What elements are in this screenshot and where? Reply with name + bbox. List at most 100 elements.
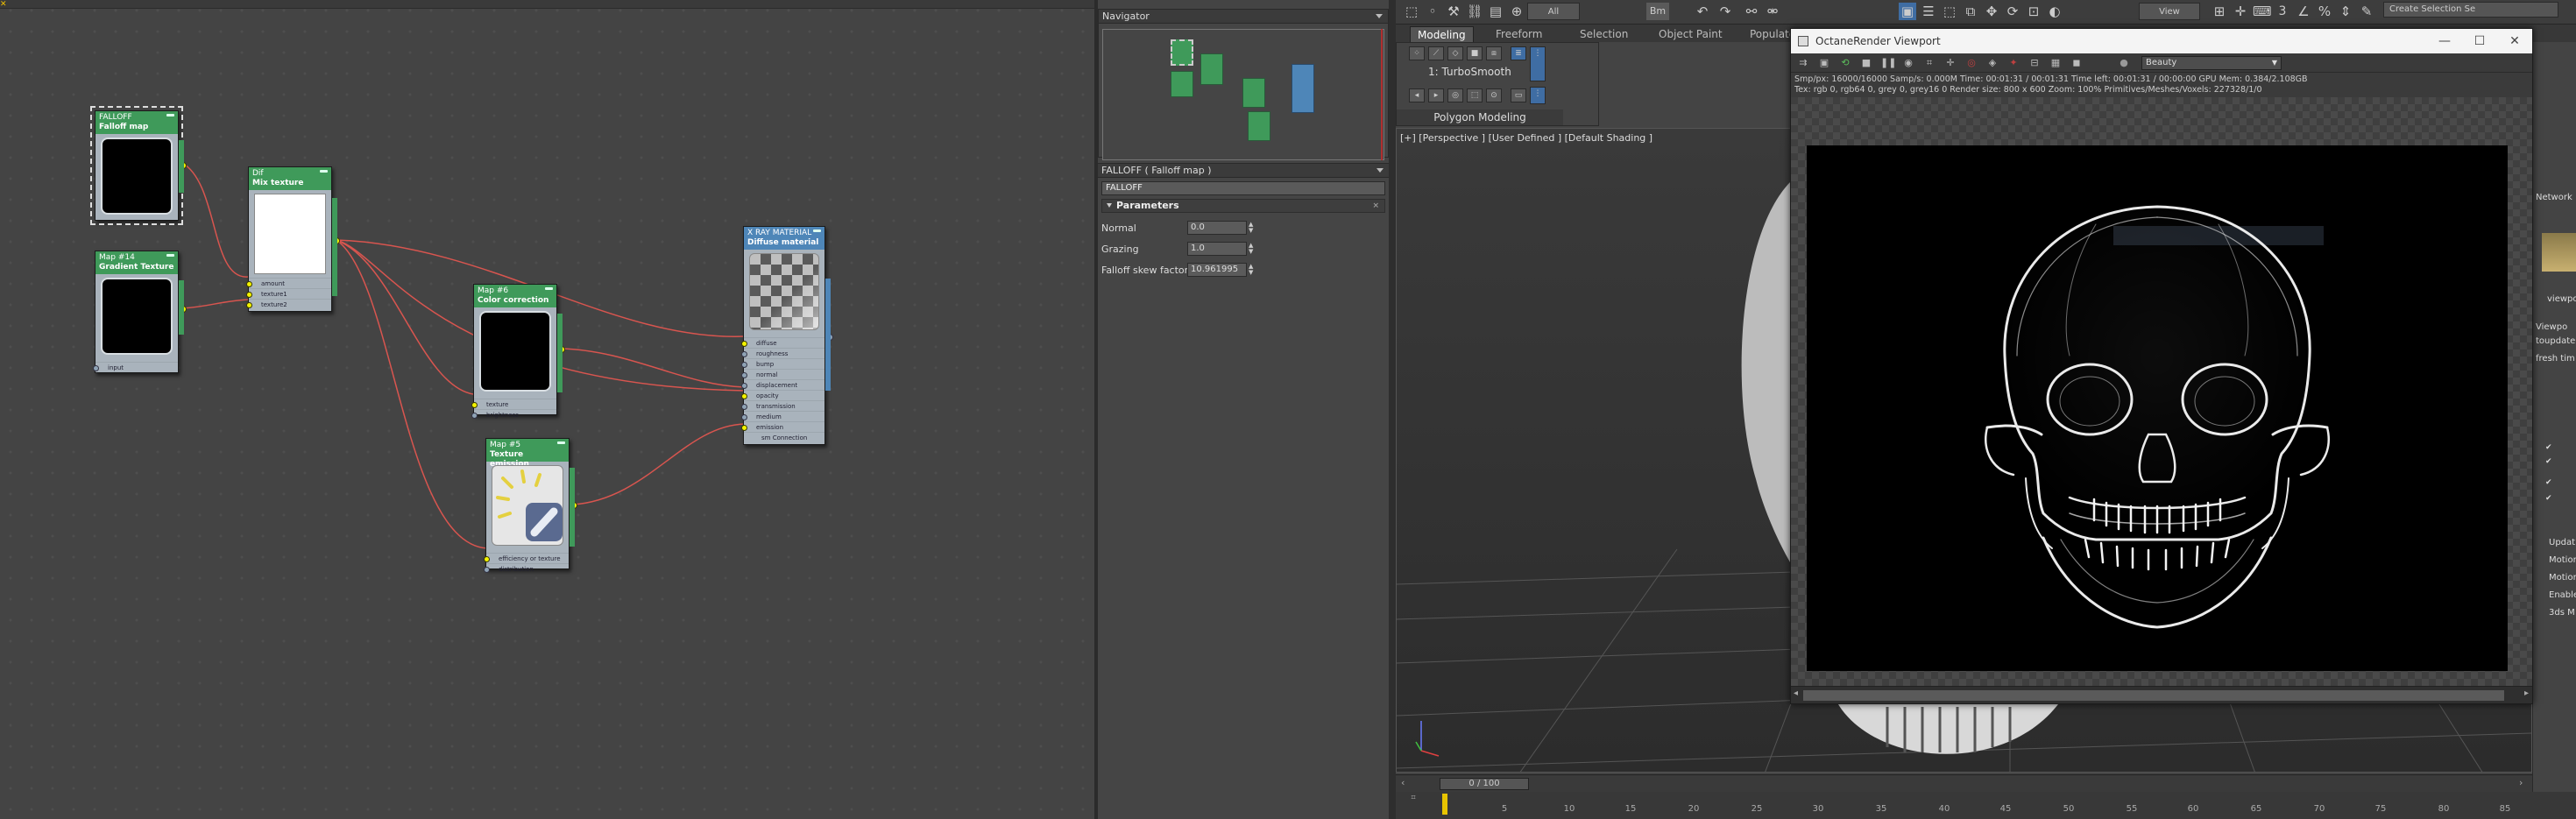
sphere-icon[interactable]: ● — [2117, 56, 2131, 70]
rect-select-icon[interactable]: ⬚ — [1941, 3, 1958, 20]
ribbon-border-icon[interactable]: ◇ — [1447, 46, 1463, 60]
input-socket[interactable] — [471, 413, 478, 419]
slot-brightness[interactable]: brightness — [471, 409, 556, 420]
close-icon[interactable]: ✕ — [2497, 29, 2532, 53]
slot-texture1[interactable]: texture1 — [246, 288, 331, 299]
send-scene-icon[interactable]: ⇉ — [1796, 56, 1810, 70]
slot-distribution[interactable]: distribution — [484, 563, 569, 574]
slot-roughness[interactable]: roughness — [741, 348, 824, 358]
collapse-icon[interactable] — [320, 170, 328, 173]
move-icon[interactable]: ✥ — [1983, 3, 2000, 20]
input-socket[interactable] — [741, 425, 747, 431]
manipulate-icon[interactable]: ✛ — [2232, 3, 2249, 20]
percent-snap-icon[interactable]: % — [2316, 3, 2333, 20]
ribbon-element-icon[interactable]: ⧈ — [1486, 46, 1502, 60]
scroll-left-icon[interactable]: ◂ — [1794, 688, 1798, 698]
prev-frame-icon[interactable]: ‹ — [1401, 777, 1405, 788]
ribbon-stack-icon[interactable]: ⋮ — [1530, 87, 1546, 104]
pivot-icon[interactable]: ⊞ — [2211, 3, 2228, 20]
input-socket[interactable] — [741, 341, 747, 347]
edit-named-selection-icon[interactable]: ✎ — [2358, 3, 2375, 20]
input-socket[interactable] — [741, 362, 747, 368]
slot-texture2[interactable]: texture2 — [246, 299, 331, 309]
slot-efficiency[interactable]: efficiency or texture — [484, 553, 569, 563]
input-socket[interactable] — [471, 402, 478, 408]
collapse-icon[interactable] — [166, 114, 174, 116]
skew-factor-spinner[interactable]: 10.961995 — [1187, 263, 1247, 277]
next-frame-icon[interactable]: › — [2519, 777, 2523, 788]
slot-amount[interactable]: amount — [246, 278, 331, 288]
clay-mode-icon[interactable]: ◉ — [1901, 56, 1915, 70]
input-socket[interactable] — [741, 393, 747, 399]
snap-3-icon[interactable]: 3 — [2274, 3, 2291, 20]
checkbox[interactable]: ✔ — [2545, 444, 2552, 452]
select-object-icon[interactable]: ▣ — [1899, 3, 1916, 20]
ribbon-next-icon[interactable]: ▸ — [1428, 88, 1444, 102]
collapse-icon[interactable] — [545, 287, 553, 290]
time-slider-thumb[interactable]: 0 / 100 — [1440, 778, 1529, 790]
scroll-right-icon[interactable]: ▸ — [2524, 688, 2529, 698]
node-gradient-texture[interactable]: Map #14 Gradient Texture input — [93, 251, 187, 373]
current-frame-marker[interactable] — [1442, 794, 1447, 815]
checkbox[interactable]: ✔ — [2545, 458, 2552, 466]
chevron-down-icon[interactable] — [1376, 14, 1383, 18]
slot-input[interactable]: input — [93, 362, 178, 372]
slot-normal[interactable]: normal — [741, 369, 824, 379]
checkbox[interactable]: ✔ — [2545, 495, 2552, 503]
panel-divider[interactable] — [1389, 0, 1396, 819]
window-crossing-icon[interactable]: ⧉ — [1962, 3, 1979, 20]
spinner-arrows-icon[interactable]: ▲ ▼ — [1249, 222, 1253, 234]
time-slider[interactable]: ‹ 0 / 100 › — [1396, 774, 2532, 792]
undo-arrow-icon[interactable]: ⬚ — [1403, 3, 1420, 20]
slot-opacity[interactable]: opacity — [741, 390, 824, 400]
chevron-down-icon[interactable] — [1376, 168, 1384, 173]
input-socket[interactable] — [741, 383, 747, 389]
tab-selection[interactable]: Selection — [1573, 26, 1635, 42]
pause-icon[interactable]: ❚❚ — [1880, 56, 1896, 70]
minimize-icon[interactable]: — — [2427, 29, 2462, 53]
select-icon[interactable]: ◦ — [1424, 3, 1441, 20]
link-icon[interactable]: ⚯ — [1743, 3, 1760, 20]
select-by-name-icon[interactable]: ☰ — [1920, 3, 1937, 20]
bm-icon[interactable]: Bm — [1646, 3, 1669, 20]
layers-icon[interactable]: ▤ — [1487, 3, 1504, 20]
ribbon-stack-icon[interactable]: ⋮ — [1530, 46, 1546, 81]
picker-icon[interactable]: ✛ — [1943, 56, 1957, 70]
slot-displacement[interactable]: displacement — [741, 379, 824, 390]
slot-connection[interactable]: sm Connection — [744, 432, 824, 442]
ribbon-pin-icon[interactable]: ⊙ — [1486, 88, 1502, 102]
collapse-icon[interactable] — [557, 441, 565, 444]
checkbox[interactable]: ✔ — [2545, 479, 2552, 487]
restart-render-icon[interactable]: ⟲ — [1838, 56, 1852, 70]
link-icon[interactable]: ⛓ — [1466, 3, 1483, 20]
input-socket[interactable] — [484, 567, 490, 573]
maximize-icon[interactable]: ☐ — [2462, 29, 2497, 53]
bind-icon[interactable]: ⊕ — [1508, 3, 1525, 20]
view-dropdown[interactable]: View — [2139, 3, 2200, 20]
white-balance-icon[interactable]: ◈ — [1985, 56, 1999, 70]
ribbon-prev-icon[interactable]: ◂ — [1409, 88, 1425, 102]
polygon-modeling-panel-label[interactable]: Polygon Modeling — [1397, 109, 1563, 125]
rotate-icon[interactable]: ⟳ — [2004, 3, 2021, 20]
input-socket[interactable] — [741, 351, 747, 357]
slot-texture[interactable]: texture — [471, 399, 556, 409]
normal-spinner[interactable]: 0.0 — [1187, 221, 1247, 235]
hammer-icon[interactable]: ⚒ — [1445, 3, 1462, 20]
tab-object-paint[interactable]: Object Paint — [1652, 26, 1730, 42]
place-icon[interactable]: ◐ — [2046, 3, 2063, 20]
navigator-view[interactable] — [1102, 29, 1384, 160]
input-socket[interactable] — [741, 414, 747, 420]
tab-modeling[interactable]: Modeling — [1410, 26, 1474, 42]
redo-icon[interactable]: ↷ — [1716, 3, 1734, 20]
spinner-arrows-icon[interactable]: ▲ ▼ — [1249, 243, 1253, 255]
slot-emission[interactable]: emission — [741, 421, 824, 432]
ribbon-stack-icon[interactable]: ≣ — [1511, 46, 1526, 60]
map-name-field[interactable]: FALLOFF — [1101, 181, 1385, 195]
tab-freeform[interactable]: Freeform — [1489, 26, 1549, 42]
track-bar[interactable]: ⌗ 5 10 15 20 25 30 35 40 45 50 55 60 65 … — [1396, 792, 2576, 819]
ribbon-poly-icon[interactable]: ■ — [1467, 46, 1483, 60]
slot-medium[interactable]: medium — [741, 411, 824, 421]
horizontal-scrollbar[interactable]: ◂ ▸ — [1791, 686, 2532, 703]
save-image-icon[interactable]: ▣ — [1817, 56, 1831, 70]
node-texture-emission[interactable]: Map #5 Texture emission efficiency or te… — [484, 438, 577, 573]
